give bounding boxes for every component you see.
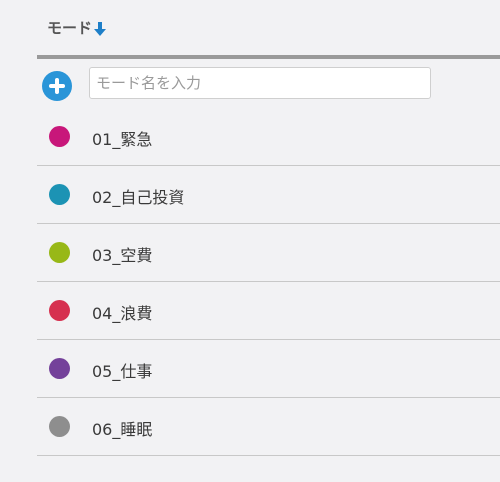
color-dot-icon — [49, 242, 70, 263]
mode-label: 03_空費 — [92, 246, 153, 265]
color-dot-icon — [49, 416, 70, 437]
color-dot-icon — [49, 184, 70, 205]
list-item-mode-03[interactable]: 03_空費 — [37, 224, 500, 282]
color-dot-icon — [49, 358, 70, 379]
header-title: モード — [47, 19, 93, 37]
mode-label: 06_睡眠 — [92, 420, 153, 439]
mode-list: 01_緊急 02_自己投資 03_空費 04_浪費 05_仕事 06_睡眠 — [0, 108, 500, 456]
mode-label: 05_仕事 — [92, 362, 153, 381]
list-item-mode-02[interactable]: 02_自己投資 — [37, 166, 500, 224]
mode-label: 04_浪費 — [92, 304, 153, 323]
list-item-mode-06[interactable]: 06_睡眠 — [37, 398, 500, 456]
list-item-mode-04[interactable]: 04_浪費 — [37, 282, 500, 340]
color-dot-icon — [49, 126, 70, 147]
list-header: モード — [0, 0, 500, 55]
mode-label: 01_緊急 — [92, 130, 153, 149]
mode-name-input[interactable] — [89, 67, 431, 99]
mode-label: 02_自己投資 — [92, 188, 185, 207]
list-item-mode-05[interactable]: 05_仕事 — [37, 340, 500, 398]
add-mode-button[interactable] — [42, 71, 72, 101]
arrow-down-icon — [94, 21, 107, 37]
header-divider — [37, 55, 500, 59]
sort-header-mode[interactable]: モード — [47, 17, 107, 38]
add-mode-row — [0, 64, 500, 102]
color-dot-icon — [49, 300, 70, 321]
list-item-mode-01[interactable]: 01_緊急 — [37, 108, 500, 166]
